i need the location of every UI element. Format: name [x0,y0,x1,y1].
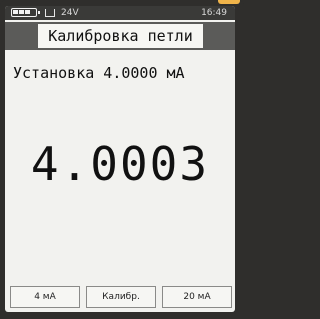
calibrator-device: 24V 16:49 Калибровка петли Установка 4.0… [0,0,244,319]
battery-icon [11,8,40,17]
clock: 16:49 [201,8,227,18]
battery-cell [13,10,18,14]
setpoint-label: Установка 4.0000 мА [13,64,185,82]
display-screen: 24V 16:49 Калибровка петли Установка 4.0… [5,6,235,312]
title-bar: Калибровка петли [5,22,235,50]
measured-value: 4.0003 [30,137,210,191]
page-title: Калибровка петли [38,24,203,48]
device-accent-mark [218,0,240,4]
loop-voltage: 24V [61,8,79,18]
loop-power-icon [45,9,55,17]
battery-cell [25,10,30,14]
status-bar: 24V 16:49 [5,6,235,20]
softkey-4ma[interactable]: 4 мА [10,286,80,308]
softkey-calibrate[interactable]: Калибр. [86,286,156,308]
battery-cell [19,10,24,14]
softkey-bar: 4 мА Калибр. 20 мА [10,286,232,308]
softkey-20ma[interactable]: 20 мА [162,286,232,308]
